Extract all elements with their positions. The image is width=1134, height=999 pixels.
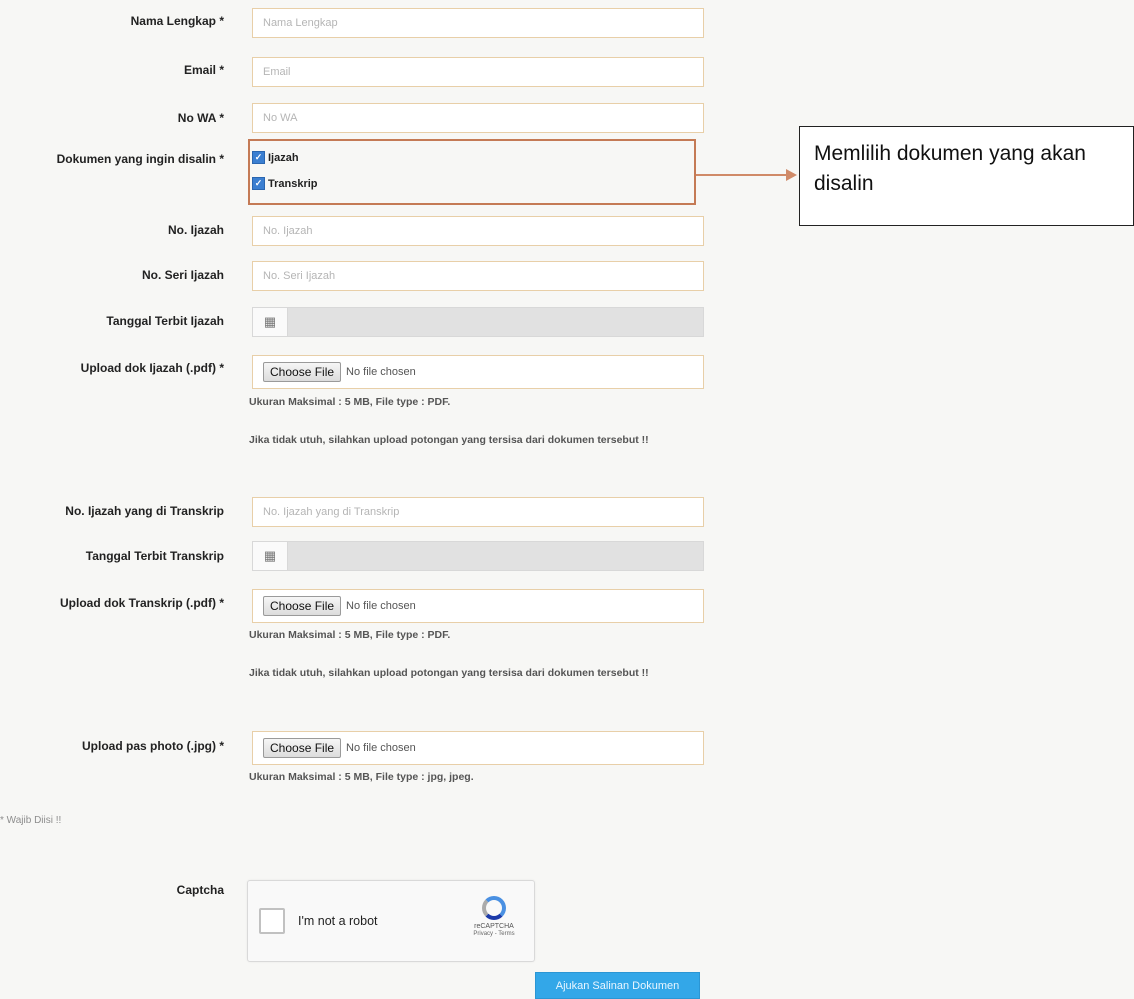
no-ijazah-placeholder: No. Ijazah <box>263 225 313 237</box>
upload-photo-choose-button[interactable]: Choose File <box>263 738 342 758</box>
wa-input[interactable]: No WA <box>252 103 704 133</box>
submit-button[interactable]: Ajukan Salinan Dokumen <box>535 972 700 999</box>
no-seri-placeholder: No. Seri Ijazah <box>263 270 336 282</box>
wa-label: No WA * <box>177 111 224 125</box>
calendar-icon[interactable]: ▦ <box>253 542 288 570</box>
no-ijazah-transkrip-label: No. Ijazah yang di Transkrip <box>65 504 224 518</box>
tgl-transkrip-input[interactable]: ▦ <box>252 541 704 571</box>
email-input[interactable]: Email <box>252 57 704 87</box>
annotation-callout: Memlilih dokumen yang akan disalin <box>799 126 1134 226</box>
upload-transkrip-note: Jika tidak utuh, silahkan upload potonga… <box>249 667 649 679</box>
recaptcha-privacy-terms[interactable]: Privacy - Terms <box>466 931 522 937</box>
upload-transkrip-help: Ukuran Maksimal : 5 MB, File type : PDF. <box>249 629 451 641</box>
upload-ijazah-field[interactable]: Choose File No file chosen <box>252 355 704 389</box>
nama-lengkap-placeholder: Nama Lengkap <box>263 17 338 29</box>
nama-lengkap-label: Nama Lengkap * <box>130 14 224 28</box>
upload-transkrip-choose-button[interactable]: Choose File <box>263 596 342 616</box>
recaptcha-icon <box>482 896 506 920</box>
recaptcha-brand: reCAPTCHA <box>474 923 514 930</box>
no-seri-input[interactable]: No. Seri Ijazah <box>252 261 704 291</box>
upload-ijazah-label: Upload dok Ijazah (.pdf) * <box>80 361 224 375</box>
annotation-arrow-head-icon <box>786 169 797 181</box>
annotation-arrow-line <box>696 174 788 176</box>
no-ijazah-transkrip-placeholder: No. Ijazah yang di Transkrip <box>263 506 400 518</box>
calendar-icon[interactable]: ▦ <box>253 308 288 336</box>
upload-transkrip-field[interactable]: Choose File No file chosen <box>252 589 704 623</box>
recaptcha-checkbox[interactable] <box>259 908 285 934</box>
annotation-highlight-box <box>248 139 696 205</box>
upload-photo-status: No file chosen <box>346 742 416 754</box>
email-label: Email * <box>183 63 224 77</box>
tgl-ijazah-input[interactable]: ▦ <box>252 307 704 337</box>
required-note: * Wajib Diisi !! <box>0 815 62 826</box>
upload-transkrip-status: No file chosen <box>346 600 416 612</box>
tgl-transkrip-label: Tanggal Terbit Transkrip <box>85 549 224 563</box>
upload-photo-label: Upload pas photo (.jpg) * <box>82 739 224 753</box>
recaptcha-widget: I'm not a robot reCAPTCHA Privacy - Term… <box>247 880 535 962</box>
no-ijazah-input[interactable]: No. Ijazah <box>252 216 704 246</box>
nama-lengkap-input[interactable]: Nama Lengkap <box>252 8 704 38</box>
no-seri-label: No. Seri Ijazah <box>141 268 224 282</box>
email-placeholder: Email <box>263 66 291 78</box>
upload-ijazah-status: No file chosen <box>346 366 416 378</box>
wa-placeholder: No WA <box>263 112 298 124</box>
no-ijazah-label: No. Ijazah <box>167 223 224 237</box>
upload-transkrip-label: Upload dok Transkrip (.pdf) * <box>59 596 224 610</box>
upload-photo-field[interactable]: Choose File No file chosen <box>252 731 704 765</box>
upload-ijazah-note: Jika tidak utuh, silahkan upload potonga… <box>249 434 649 446</box>
upload-photo-help: Ukuran Maksimal : 5 MB, File type : jpg,… <box>249 771 474 783</box>
recaptcha-text: I'm not a robot <box>298 914 378 928</box>
tgl-ijazah-label: Tanggal Terbit Ijazah <box>106 314 224 328</box>
no-ijazah-transkrip-input[interactable]: No. Ijazah yang di Transkrip <box>252 497 704 527</box>
upload-ijazah-help: Ukuran Maksimal : 5 MB, File type : PDF. <box>249 396 451 408</box>
recaptcha-logo: reCAPTCHA Privacy - Terms <box>466 896 522 937</box>
upload-ijazah-choose-button[interactable]: Choose File <box>263 362 342 382</box>
captcha-label: Captcha <box>176 883 224 897</box>
dokumen-label: Dokumen yang ingin disalin * <box>56 152 224 166</box>
